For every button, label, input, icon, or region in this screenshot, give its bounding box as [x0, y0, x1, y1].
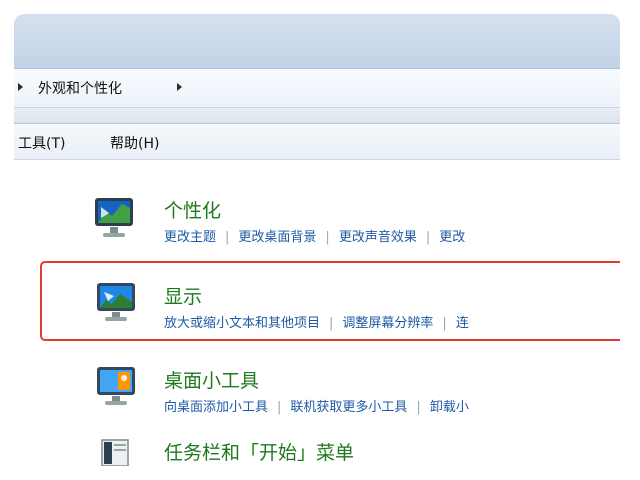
breadcrumb-appearance-personalization[interactable]: 外观和个性化	[38, 78, 122, 98]
link-truncated[interactable]: 更改	[439, 226, 465, 245]
link-change-sound-effects[interactable]: 更改声音效果	[339, 226, 417, 245]
menu-help[interactable]: 帮助(H)	[110, 133, 159, 153]
category-title-desktop-gadgets[interactable]: 桌面小工具	[164, 366, 259, 393]
toolbar-divider	[14, 108, 620, 124]
link-separator: |	[225, 230, 230, 245]
category-title-personalization[interactable]: 个性化	[164, 196, 221, 223]
personalization-monitor-icon	[95, 198, 133, 237]
category-links-personalization: 更改主题 | 更改桌面背景 | 更改声音效果 | 更改	[164, 226, 465, 245]
category-links-desktop-gadgets: 向桌面添加小工具 | 联机获取更多小工具 | 卸载小	[164, 396, 469, 415]
taskbar-start-menu-icon	[101, 439, 129, 466]
highlight-box	[40, 261, 620, 341]
link-change-desktop-background[interactable]: 更改桌面背景	[238, 226, 316, 245]
link-separator: |	[416, 400, 421, 415]
desktop-gadgets-icon	[97, 367, 135, 405]
link-get-more-gadgets-online[interactable]: 联机获取更多小工具	[290, 396, 407, 415]
link-separator: |	[277, 400, 282, 415]
breadcrumb-expand-arrow-icon[interactable]	[177, 83, 182, 91]
link-separator: |	[325, 230, 330, 245]
menu-bar: 工具(T) 帮助(H)	[14, 124, 620, 160]
menu-tools[interactable]: 工具(T)	[18, 133, 65, 153]
category-title-taskbar-start-menu[interactable]: 任务栏和「开始」菜单	[164, 438, 354, 465]
link-add-gadgets[interactable]: 向桌面添加小工具	[164, 396, 268, 415]
link-separator: |	[425, 230, 431, 245]
address-bar[interactable]: 外观和个性化	[14, 68, 620, 108]
control-panel-window: 外观和个性化 工具(T) 帮助(H) 个性化 更改主题 | 更改桌面背景 | 更改声音效…	[14, 14, 620, 466]
link-truncated[interactable]: 卸载小	[430, 396, 469, 415]
breadcrumb-left-arrow-icon[interactable]	[18, 83, 23, 91]
link-change-theme[interactable]: 更改主题	[164, 226, 216, 245]
window-title-bar	[14, 14, 620, 68]
